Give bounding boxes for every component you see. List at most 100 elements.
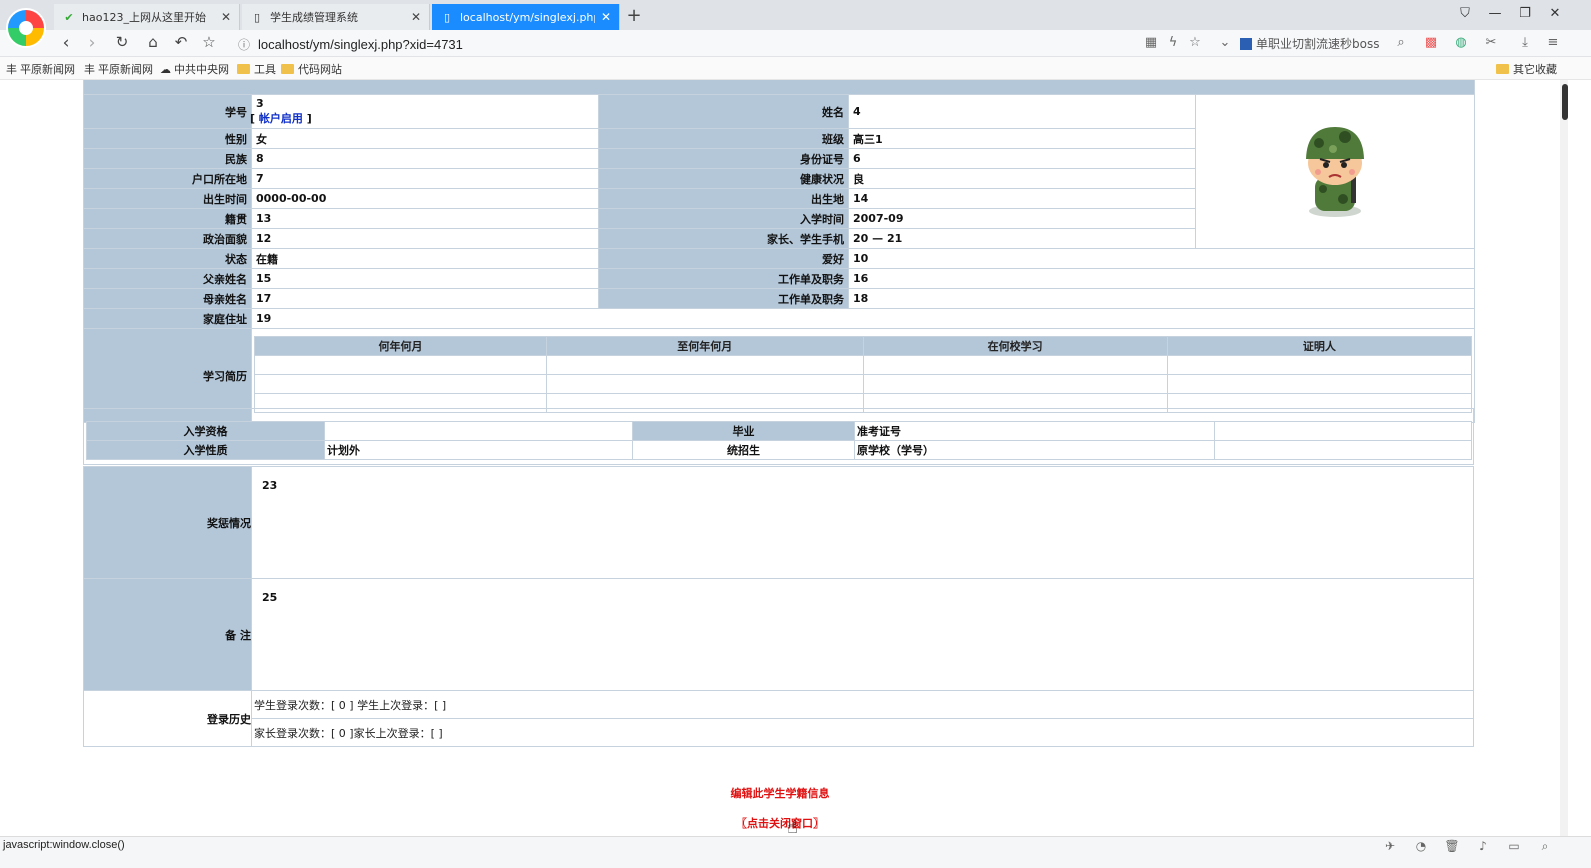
search-icon[interactable]: ⌕ [1392, 35, 1410, 50]
label-mother: 母亲姓名 [83, 288, 252, 309]
address-bar[interactable]: ⓘ localhost/ym/singlexj.php?xid=4731 [238, 33, 1238, 55]
label-ruxue: 入学时间 [598, 208, 849, 229]
value-phone: 20 — 21 [848, 228, 1196, 249]
label-mother-job: 工作单及职务 [598, 288, 849, 309]
account-status: [ 帐户启用 ] [250, 112, 312, 125]
bookmarks-bar: 丰 平原新闻网 丰 平原新闻网 ☁ 中共中央网 工具 代码网站 其它收藏 [0, 57, 1591, 80]
label-sfz: 身份证号 [598, 148, 849, 169]
minimize-icon[interactable]: — [1486, 6, 1504, 21]
bookmark-item[interactable]: 丰 平原新闻网 [6, 61, 75, 77]
bookmark-item[interactable]: ☁ 中共中央网 [160, 61, 229, 77]
bookmark-label: 中共中央网 [174, 63, 229, 76]
bookmark-item[interactable]: 丰 平原新闻网 [84, 61, 153, 77]
bookmark-label: 工具 [254, 63, 276, 76]
account-enable-link[interactable]: 帐户启用 [259, 112, 303, 125]
label-tzs: 统招生 [632, 440, 855, 460]
soldier-avatar-icon [1306, 127, 1364, 217]
favorite-star-icon[interactable]: ☆ [198, 33, 220, 51]
bookmark-folder-code[interactable]: 代码网站 [281, 61, 342, 77]
back-icon[interactable]: ‹ [55, 33, 77, 53]
rocket-icon[interactable]: ✈ [1382, 839, 1398, 853]
status-url: javascript:window.close() [3, 839, 125, 851]
site-icon: 丰 [84, 63, 95, 76]
download-icon[interactable]: ⤓ [1516, 35, 1534, 50]
label-zhuangtai: 状态 [83, 248, 252, 269]
scissors-icon[interactable]: ✂ [1482, 35, 1500, 50]
label-hukou: 户口所在地 [83, 168, 252, 189]
admission-table: 入学资格 毕业 准考证号 入学性质 计划外 统招生 原学校（学号） [86, 421, 1472, 460]
page-content: 学号 3 [ 帐户启用 ] 姓名 4 性别 女 班级 高三1 民族 8 身份证号… [0, 80, 1560, 836]
forward-icon[interactable]: › [81, 33, 103, 53]
folder-icon [281, 64, 294, 74]
awards-section: 奖惩情况 23 备 注 25 登录历史 学生登录次数：[ 0 ] 学生上次登录：… [83, 466, 1474, 747]
close-icon[interactable]: ✕ [221, 10, 231, 24]
admission-section: 入学资格 毕业 准考证号 入学性质 计划外 统招生 原学校（学号） [83, 408, 1474, 465]
other-bookmarks[interactable]: 其它收藏 [1496, 61, 1557, 77]
photo-cell [1194, 94, 1476, 249]
menu-icon[interactable]: ≡ [1544, 35, 1562, 50]
bookmark-folder-tools[interactable]: 工具 [237, 61, 276, 77]
folder-icon [1496, 64, 1509, 74]
value-mother-job: 18 [847, 288, 1476, 309]
home-icon[interactable]: ⌂ [142, 33, 164, 51]
bookmark-label: 平原新闻网 [20, 63, 75, 76]
tab-title: hao123_上网从这里开始 [82, 11, 206, 24]
tab-title: localhost/ym/singlexj.php?xi [460, 10, 595, 24]
tab-hao123[interactable]: ✔ hao123_上网从这里开始 ✕ [54, 4, 240, 30]
tab-singlexj[interactable]: ▯ localhost/ym/singlexj.php?xi ✕ [432, 4, 620, 30]
dropdown-icon[interactable]: ⌄ [1216, 35, 1234, 50]
edit-student-link[interactable]: 编辑此学生学籍信息 [0, 785, 1560, 801]
value-rxzg [324, 421, 633, 441]
shirt-icon[interactable]: ⛉ [1456, 6, 1474, 21]
search-box[interactable]: 单职业切割流速秒boss [1240, 35, 1379, 52]
label-banji: 班级 [598, 128, 849, 149]
window-icon[interactable]: ▭ [1506, 839, 1522, 853]
student-info-sheet: 学号 3 [ 帐户启用 ] 姓名 4 性别 女 班级 高三1 民族 8 身份证号… [82, 80, 1476, 423]
new-tab-button[interactable]: + [624, 5, 644, 26]
scrollbar-thumb[interactable] [1562, 84, 1568, 120]
search-input[interactable]: 单职业切割流速秒boss [1256, 35, 1379, 52]
label-login-history: 登录历史 [83, 690, 252, 747]
undo-icon[interactable]: ↶ [170, 33, 192, 51]
label-father: 父亲姓名 [83, 268, 252, 289]
speed-icon[interactable]: ◔ [1413, 839, 1429, 853]
label-father-job: 工作单及职务 [598, 268, 849, 289]
close-window-link[interactable]: 〖点击关闭窗口〗 [0, 815, 1560, 831]
label-xingbie: 性别 [83, 128, 252, 149]
restore-icon[interactable]: ❐ [1516, 6, 1534, 21]
label-remark: 备 注 [83, 578, 252, 691]
search-engine-icon[interactable] [1240, 37, 1252, 50]
lightning-icon[interactable]: ϟ [1164, 35, 1182, 50]
value-aihao: 10 [847, 248, 1476, 269]
value-jiguan: 13 [251, 208, 599, 229]
value-xingming: 4 [848, 94, 1196, 129]
table-row [253, 374, 1473, 394]
value-birthplace: 14 [848, 188, 1196, 209]
trash-icon[interactable]: 🗑 [1444, 839, 1460, 853]
label-biye: 毕业 [632, 421, 855, 441]
extension-icon[interactable]: ◍ [1452, 35, 1470, 50]
value-zkzh [1214, 421, 1472, 441]
label-minzu: 民族 [83, 148, 252, 169]
site-info-icon[interactable]: ⓘ [238, 36, 250, 53]
url-text[interactable]: localhost/ym/singlexj.php?xid=4731 [258, 37, 463, 52]
close-icon[interactable]: ✕ [411, 10, 421, 24]
browser-logo[interactable] [6, 8, 46, 48]
apps-icon[interactable]: ▩ [1422, 35, 1440, 50]
label-rxxz: 入学性质 [86, 440, 325, 460]
resume-header: 在何校学习 [862, 336, 1168, 356]
label-phone: 家长、学生手机 [598, 228, 849, 249]
close-icon[interactable]: ✕ [601, 10, 611, 24]
bookmark-star-icon[interactable]: ☆ [1186, 35, 1204, 50]
hand-cursor-icon: ☝ [787, 817, 798, 836]
zoom-icon[interactable]: ⌕ [1537, 839, 1553, 854]
tab-grade-system[interactable]: ▯ 学生成绩管理系统 ✕ [242, 4, 430, 30]
close-window-icon[interactable]: ✕ [1546, 6, 1564, 21]
scrollbar[interactable] [1560, 80, 1568, 836]
qr-icon[interactable]: ▦ [1142, 35, 1160, 50]
sound-icon[interactable]: ♪ [1475, 839, 1491, 853]
student-info-table: 学号 3 [ 帐户启用 ] 姓名 4 性别 女 班级 高三1 民族 8 身份证号… [82, 80, 1476, 423]
reload-icon[interactable]: ↻ [111, 33, 133, 51]
resume-header: 至何年何月 [546, 336, 864, 356]
value-minzu: 8 [251, 148, 599, 169]
